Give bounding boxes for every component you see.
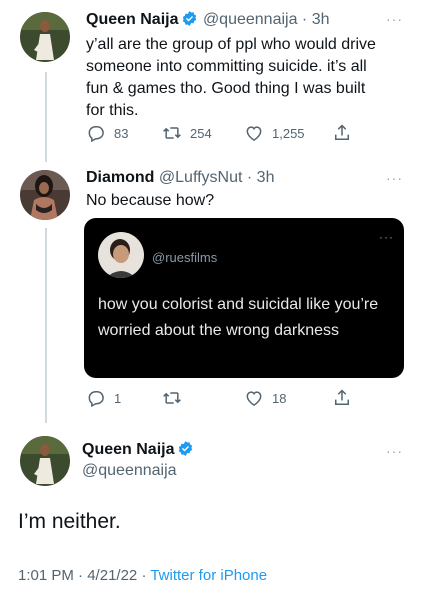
retweet-button[interactable] bbox=[162, 388, 182, 408]
tweet-text: I’m neither. bbox=[18, 510, 121, 533]
reply-count: 1 bbox=[114, 390, 122, 406]
more-options-icon[interactable]: ··· bbox=[386, 444, 403, 458]
display-name[interactable]: Queen Naija bbox=[86, 11, 178, 28]
like-count: 18 bbox=[272, 390, 287, 406]
more-options-icon[interactable]: ··· bbox=[386, 12, 403, 26]
display-name-row: Queen Naija bbox=[82, 440, 194, 459]
verified-badge-icon bbox=[183, 11, 197, 26]
separator-dot: · bbox=[242, 169, 257, 186]
quoted-avatar bbox=[98, 232, 144, 278]
thread-connector-1 bbox=[45, 72, 47, 162]
tweet-text: y’all are the group of ppl who would dri… bbox=[86, 36, 376, 119]
share-button[interactable] bbox=[332, 123, 352, 143]
user-handle[interactable]: @LuffysNut bbox=[159, 169, 243, 186]
tweet-1-header: Queen Naija @queennaija · 3h bbox=[86, 10, 330, 29]
like-button[interactable]: 18 bbox=[244, 388, 286, 408]
tweet-source-link[interactable]: Twitter for iPhone bbox=[150, 567, 267, 584]
tweet-2-header: Diamond @LuffysNut · 3h bbox=[86, 169, 274, 187]
more-options-icon[interactable]: ··· bbox=[386, 171, 403, 185]
reply-icon bbox=[88, 126, 104, 143]
avatar-queen-naija[interactable] bbox=[20, 436, 70, 486]
display-name[interactable]: Diamond bbox=[86, 169, 154, 186]
quoted-more-icon: ··· bbox=[379, 230, 394, 244]
tweet-text: No because how? bbox=[86, 192, 215, 209]
retweet-button[interactable]: 254 bbox=[162, 123, 212, 143]
reply-icon bbox=[88, 391, 104, 408]
reply-button[interactable]: 83 bbox=[86, 123, 128, 143]
avatar-diamond[interactable] bbox=[20, 170, 70, 220]
user-handle[interactable]: @queennaija bbox=[203, 11, 298, 28]
separator-dot: · bbox=[297, 11, 312, 28]
like-button[interactable]: 1,255 bbox=[244, 123, 305, 143]
reply-button[interactable]: 1 bbox=[86, 388, 121, 408]
separator-dot: · bbox=[78, 567, 84, 584]
tweet-time[interactable]: 3h bbox=[312, 11, 330, 28]
thread-connector-2 bbox=[45, 228, 47, 423]
separator-dot: · bbox=[141, 567, 147, 584]
quoted-image[interactable]: @ruesfilms ··· how you colorist and suic… bbox=[84, 218, 404, 378]
verified-badge-icon bbox=[179, 441, 193, 456]
retweet-icon bbox=[163, 392, 181, 404]
like-count: 1,255 bbox=[272, 125, 305, 141]
reply-count: 83 bbox=[114, 125, 129, 141]
quoted-handle: @ruesfilms bbox=[152, 250, 218, 265]
tweet-time[interactable]: 3h bbox=[257, 169, 275, 186]
tweet-timestamp[interactable]: 1:01 PM bbox=[18, 567, 74, 584]
tweet-date[interactable]: 4/21/22 bbox=[87, 567, 137, 584]
quoted-text: how you colorist and suicidal like you’r… bbox=[98, 296, 379, 339]
display-name[interactable]: Queen Naija bbox=[82, 441, 174, 458]
like-icon bbox=[246, 126, 262, 141]
like-icon bbox=[246, 391, 262, 406]
tweet-1-actions: 83 254 1,255 bbox=[86, 123, 356, 143]
share-button[interactable] bbox=[332, 388, 352, 408]
tweet-metadata: 1:01 PM · 4/21/22 · Twitter for iPhone bbox=[18, 567, 267, 584]
share-icon bbox=[335, 389, 349, 405]
user-handle[interactable]: @queennaija bbox=[82, 462, 194, 480]
retweet-icon bbox=[163, 127, 181, 139]
tweet-3-header: Queen Naija @queennaija bbox=[82, 440, 194, 480]
avatar-queen-naija[interactable] bbox=[20, 12, 70, 62]
tweet-2-actions: 1 18 bbox=[86, 388, 356, 408]
share-icon bbox=[335, 124, 349, 140]
retweet-count: 254 bbox=[190, 125, 212, 141]
